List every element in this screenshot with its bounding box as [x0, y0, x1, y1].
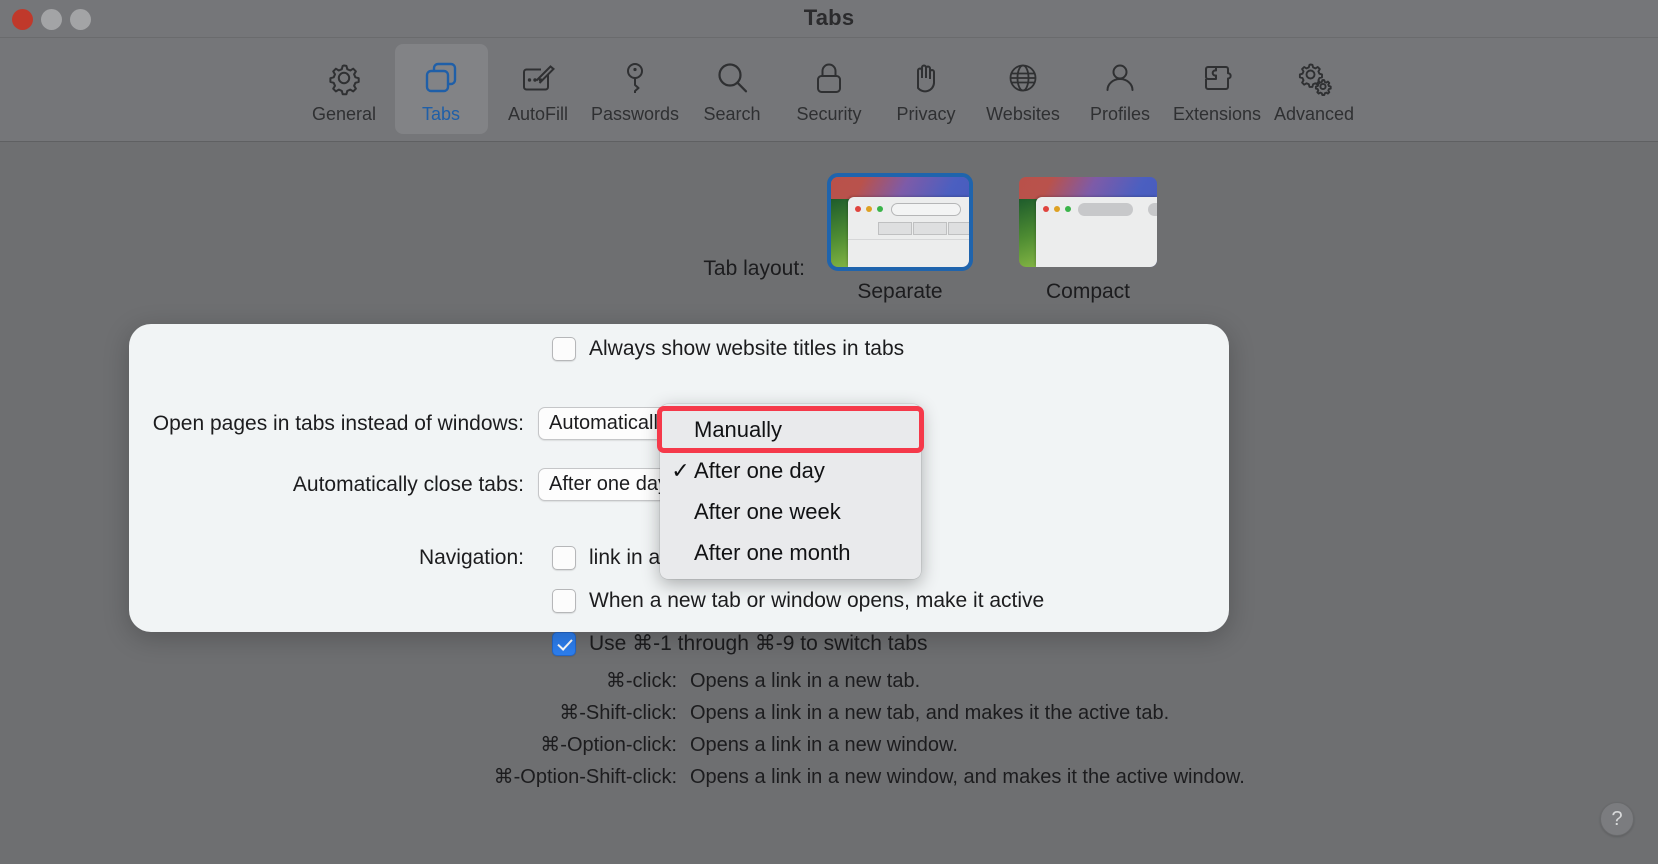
menu-item-label: After one month	[694, 539, 851, 565]
lock-icon	[806, 55, 852, 101]
menu-item-label: After one day	[694, 457, 825, 483]
tabs-icon	[418, 55, 464, 101]
open-pages-in-tabs-label: Open pages in tabs instead of windows:	[152, 411, 524, 435]
toolbar-item-label: AutoFill	[507, 104, 569, 124]
tab-layout-thumbnail-separate[interactable]	[827, 173, 973, 271]
toolbar-item-websites[interactable]: Websites	[977, 44, 1070, 134]
preferences-toolbar: General Tabs AutoFill Passwords Search S…	[0, 38, 1658, 142]
toolbar-item-label: Websites	[986, 104, 1060, 124]
tab-layout-label: Tab layout:	[703, 257, 805, 280]
auto-close-tabs-label: Automatically close tabs:	[292, 472, 524, 496]
puzzle-icon	[1194, 55, 1240, 101]
menu-item-after-one-day[interactable]: ✓ After one day	[660, 450, 921, 491]
toolbar-item-label: Search	[703, 104, 761, 124]
navigation-checkbox[interactable]	[552, 545, 576, 570]
autofill-icon	[515, 55, 561, 101]
title-bar: Tabs	[0, 0, 1658, 38]
hand-icon	[903, 55, 949, 101]
toolbar-item-extensions[interactable]: Extensions	[1171, 44, 1264, 134]
make-active-row: When a new tab or window opens, make it …	[0, 580, 1658, 621]
menu-item-label: After one week	[694, 498, 841, 524]
auto-close-tabs-value: After one day	[549, 473, 668, 495]
tab-layout-thumbnail-compact[interactable]	[1015, 173, 1161, 271]
checkmark-icon: ✓	[671, 457, 690, 483]
make-active-label: When a new tab or window opens, make it …	[589, 588, 1045, 612]
tab-layout-row: Tab layout: Separate Compact	[0, 173, 1658, 304]
toolbar-item-general[interactable]: General	[298, 44, 391, 134]
always-show-titles-label: Always show website titles in tabs	[589, 336, 905, 360]
toolbar-item-privacy[interactable]: Privacy	[880, 44, 973, 134]
toolbar-item-label: Advanced	[1273, 104, 1355, 124]
toolbar-item-label: Passwords	[590, 104, 680, 124]
toolbar-item-autofill[interactable]: AutoFill	[492, 44, 585, 134]
preferences-window: Tabs General Tabs AutoFill Passwords Sea…	[0, 0, 1658, 864]
magnifier-icon	[709, 55, 755, 101]
gear-icon	[321, 55, 367, 101]
menu-item-after-one-week[interactable]: After one week	[660, 491, 921, 532]
menu-item-manually[interactable]: Manually	[657, 406, 924, 453]
person-icon	[1097, 55, 1143, 101]
navigation-label: Navigation:	[418, 545, 524, 569]
tab-layout-caption: Separate	[857, 280, 943, 303]
help-button[interactable]: ?	[1600, 802, 1634, 836]
toolbar-item-profiles[interactable]: Profiles	[1074, 44, 1167, 134]
always-show-titles-checkbox[interactable]	[552, 336, 576, 361]
gears-icon	[1291, 55, 1337, 101]
toolbar-item-advanced[interactable]: Advanced	[1268, 44, 1361, 134]
always-show-titles-row: Always show website titles in tabs	[0, 328, 1658, 369]
menu-item-label: Manually	[694, 416, 783, 442]
toolbar-item-passwords[interactable]: Passwords	[589, 44, 682, 134]
toolbar-item-security[interactable]: Security	[783, 44, 876, 134]
window-title: Tabs	[803, 5, 855, 30]
toolbar-item-label: Tabs	[421, 104, 461, 124]
toolbar-item-label: Privacy	[896, 104, 956, 124]
tab-layout-option-separate[interactable]: Separate	[827, 173, 973, 304]
auto-close-tabs-dropdown-menu[interactable]: Manually ✓ After one day After one week …	[657, 404, 924, 579]
open-pages-in-tabs-value: Automatically	[549, 412, 668, 434]
toolbar-item-label: Security	[796, 104, 862, 124]
tab-layout-option-compact[interactable]: Compact	[1015, 173, 1161, 304]
key-icon	[612, 55, 658, 101]
toolbar-item-label: Extensions	[1172, 104, 1262, 124]
menu-item-after-one-month[interactable]: After one month	[660, 532, 921, 573]
tab-layout-choices: Separate Compact	[827, 173, 1161, 304]
toolbar-item-tabs[interactable]: Tabs	[394, 44, 488, 134]
toolbar-item-label: General	[311, 104, 377, 124]
make-active-checkbox[interactable]	[552, 588, 576, 613]
toolbar-item-search[interactable]: Search	[686, 44, 779, 134]
tab-layout-caption: Compact	[1045, 280, 1131, 303]
globe-icon	[1000, 55, 1046, 101]
toolbar-item-label: Profiles	[1089, 104, 1151, 124]
